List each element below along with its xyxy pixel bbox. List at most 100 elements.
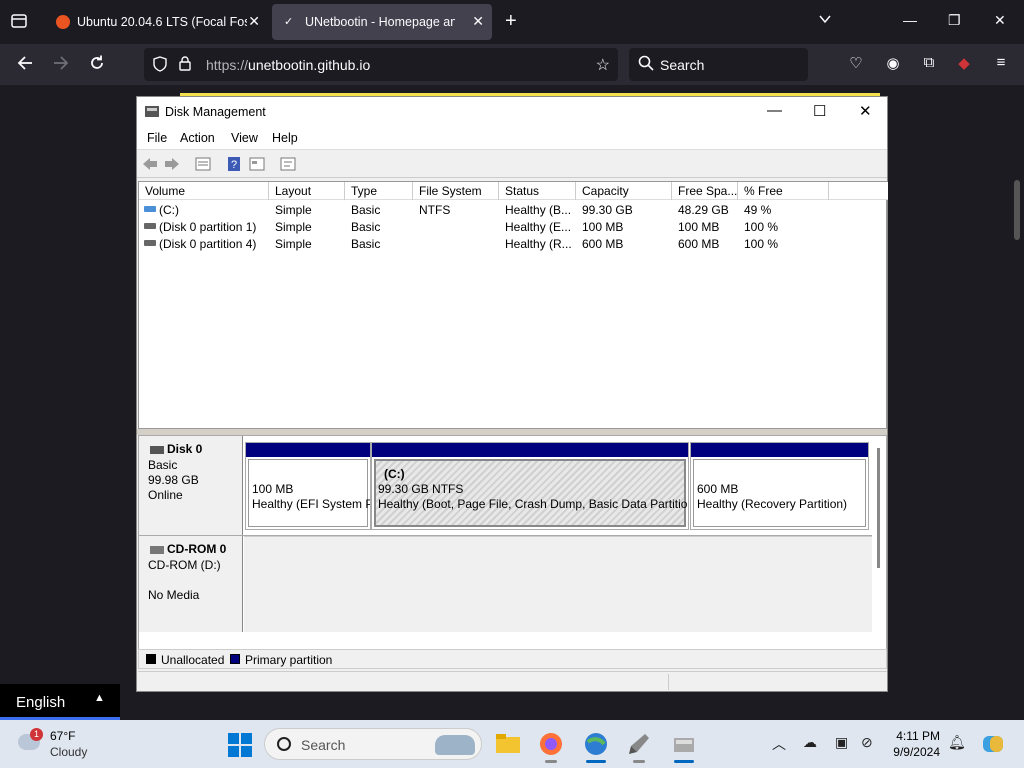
chevron-up-icon[interactable]: ︿: [772, 734, 786, 754]
minimize-icon[interactable]: —: [903, 12, 917, 28]
weather-temp: 67°F: [50, 729, 76, 743]
onedrive-icon[interactable]: ☁: [803, 734, 817, 751]
status-bar: [138, 671, 887, 691]
page-scrollbar[interactable]: [1014, 180, 1020, 240]
window-titlebar: Disk Management — ☐ ✕: [137, 97, 887, 127]
url-text: https://unetbootin.github.io: [206, 57, 371, 73]
disk-management-window: Disk Management — ☐ ✕ File Action View H…: [136, 96, 888, 692]
clock[interactable]: 4:11 PM 9/9/2024: [880, 728, 940, 760]
back-icon[interactable]: [16, 54, 34, 77]
weather-widget[interactable]: 1 67°F Cloudy: [14, 728, 134, 762]
tab-list-icon[interactable]: [10, 12, 30, 32]
legend: Unallocated Primary partition: [138, 649, 887, 669]
caret-up-icon: ▲: [94, 692, 105, 704]
menu-help[interactable]: Help: [272, 131, 298, 145]
back-arrow-icon[interactable]: [142, 156, 158, 172]
menu-icon[interactable]: ≡: [990, 54, 1012, 76]
volume-list: Volume Layout Type File System Status Ca…: [138, 181, 888, 429]
disk-size: 99.98 GB: [148, 473, 199, 487]
ubuntu-icon: [56, 15, 70, 29]
forward-arrow-icon[interactable]: [164, 156, 180, 172]
column-header-type[interactable]: Type: [345, 182, 413, 200]
hard-disk-icon: [150, 446, 164, 454]
account-icon[interactable]: ◉: [882, 54, 904, 76]
legend-primary: Primary partition: [245, 653, 333, 667]
close-tab-icon[interactable]: ✕: [248, 13, 260, 30]
lock-icon[interactable]: [178, 55, 192, 74]
shield-icon[interactable]: [152, 56, 168, 75]
cdrom-name: CD-ROM 0: [167, 542, 227, 556]
properties-icon[interactable]: [195, 156, 211, 172]
bookmark-star-icon[interactable]: ☆: [596, 55, 610, 75]
file-explorer-icon[interactable]: [492, 728, 524, 760]
globe-app-icon[interactable]: [580, 728, 612, 763]
rocket-app-icon[interactable]: [623, 728, 655, 763]
close-icon[interactable]: ✕: [859, 102, 872, 120]
language-selector[interactable]: English ▲: [0, 684, 120, 720]
close-tab-icon[interactable]: ✕: [472, 13, 484, 30]
disk-type: Basic: [148, 458, 178, 472]
disk-graphical-view: Disk 0 Basic 99.98 GB Online 100 MB Heal…: [138, 435, 887, 655]
search-input[interactable]: Search: [629, 48, 808, 81]
extensions-icon[interactable]: ⧉: [918, 54, 940, 76]
column-header-percent-free[interactable]: % Free: [738, 182, 829, 200]
desktop: Ubuntu 20.04.6 LTS (Focal Fossa) ✕ ✓ UNe…: [0, 0, 1024, 768]
tab-title: Ubuntu 20.04.6 LTS (Focal Fossa): [77, 15, 247, 29]
volume-list-header: Volume Layout Type File System Status Ca…: [139, 182, 888, 200]
legend-unallocated: Unallocated: [161, 653, 225, 667]
column-header-free-space[interactable]: Free Spa...: [672, 182, 738, 200]
table-row[interactable]: (Disk 0 partition 1) Simple Basic Health…: [139, 218, 888, 235]
disk-view-scrollbar[interactable]: [877, 448, 880, 568]
disk-management-taskbar-icon[interactable]: [668, 728, 700, 763]
windows-start-icon[interactable]: [228, 733, 252, 757]
primary-partition-bar: [691, 443, 868, 457]
partition-efi[interactable]: 100 MB Healthy (EFI System Partition): [245, 442, 371, 530]
menu-action[interactable]: Action: [180, 131, 215, 145]
column-header-status[interactable]: Status: [499, 182, 576, 200]
partition-c[interactable]: (C:) 99.30 GB NTFS Healthy (Boot, Page F…: [371, 442, 689, 530]
restore-icon[interactable]: ❐: [948, 12, 961, 29]
svg-text:?: ?: [231, 159, 237, 171]
table-row[interactable]: (C:) Simple Basic NTFS Healthy (B... 99.…: [139, 201, 888, 218]
chevron-down-icon[interactable]: [818, 12, 832, 29]
notification-bell-icon[interactable]: 🔔︎: [948, 734, 966, 751]
primary-swatch: [230, 654, 240, 664]
column-header-volume[interactable]: Volume: [139, 182, 269, 200]
reload-icon[interactable]: [88, 54, 106, 77]
copilot-icon[interactable]: [982, 734, 1004, 757]
close-window-icon[interactable]: ✕: [994, 12, 1006, 29]
tab-unetbootin[interactable]: ✓ UNetbootin - Homepage and Downloads ✕: [272, 4, 492, 40]
minimize-icon[interactable]: —: [767, 102, 782, 119]
tab-ubuntu[interactable]: Ubuntu 20.04.6 LTS (Focal Fossa) ✕: [44, 4, 268, 40]
settings-icon[interactable]: [280, 156, 296, 172]
disk-0-info[interactable]: Disk 0 Basic 99.98 GB Online: [139, 436, 243, 535]
taskbar-search[interactable]: Search: [264, 728, 482, 760]
column-header-layout[interactable]: Layout: [269, 182, 345, 200]
firefox-icon[interactable]: [535, 728, 567, 763]
url-bar[interactable]: https://unetbootin.github.io ☆: [144, 48, 618, 81]
new-tab-button[interactable]: +: [505, 10, 517, 33]
table-row[interactable]: (Disk 0 partition 4) Simple Basic Health…: [139, 235, 888, 252]
disk-state: Online: [148, 488, 183, 502]
cd-drive-icon: [150, 546, 164, 554]
column-header-capacity[interactable]: Capacity: [576, 182, 672, 200]
column-header-file-system[interactable]: File System: [413, 182, 499, 200]
help-icon[interactable]: ?: [226, 156, 242, 172]
network-icon[interactable]: ⊘: [861, 734, 873, 751]
forward-icon[interactable]: [52, 54, 70, 77]
view-icon[interactable]: [249, 156, 265, 172]
menu-file[interactable]: File: [147, 131, 167, 145]
cdrom-0-info[interactable]: CD-ROM 0 CD-ROM (D:) No Media: [139, 536, 243, 632]
volume-icon: [144, 223, 156, 229]
ublock-icon[interactable]: ◆: [953, 54, 975, 76]
primary-partition-bar: [246, 443, 370, 457]
search-icon: [277, 737, 291, 751]
pocket-icon[interactable]: ♡: [845, 54, 867, 76]
menu-view[interactable]: View: [231, 131, 258, 145]
tab-title: UNetbootin - Homepage and Downloads: [305, 15, 455, 29]
maximize-icon[interactable]: ☐: [813, 102, 826, 120]
display-icon[interactable]: ▣: [835, 734, 848, 751]
volume-icon: [144, 240, 156, 246]
navigation-toolbar: https://unetbootin.github.io ☆ Search ♡ …: [0, 44, 1024, 104]
partition-recovery[interactable]: 600 MB Healthy (Recovery Partition): [690, 442, 869, 530]
